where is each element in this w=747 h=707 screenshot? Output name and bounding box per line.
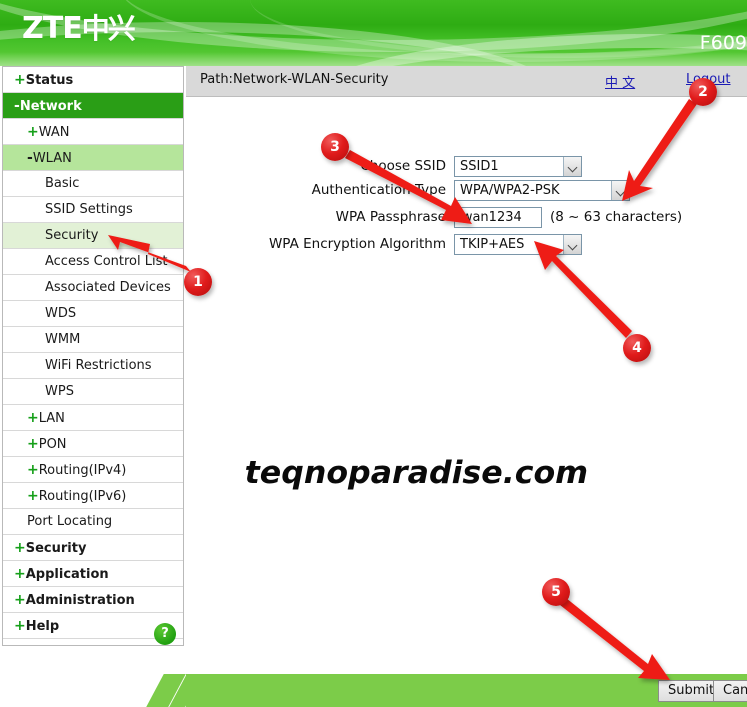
select-value: WPA/WPA2-PSK [460, 183, 560, 198]
sidebar-item-label: SSID Settings [45, 202, 133, 217]
sidebar-item-wlan[interactable]: -WLAN [3, 145, 183, 171]
annotation-badge-5: 5 [542, 578, 570, 606]
sidebar-item-basic[interactable]: Basic [3, 171, 183, 197]
device-model-label: F609 [699, 32, 747, 54]
expand-icon: + [27, 488, 39, 504]
sidebar-navigation: +Status -Network +WAN -WLAN Basic SSID Settin… [2, 66, 184, 646]
cancel-button[interactable]: Cancel [713, 680, 747, 702]
sidebar-item-label: Administration [25, 593, 135, 608]
select-value: TKIP+AES [460, 237, 525, 252]
sidebar-item-wan[interactable]: +WAN [3, 119, 183, 145]
wpa-passphrase-input[interactable] [454, 207, 542, 228]
sidebar-item-associated-devices[interactable]: Associated Devices [3, 275, 183, 301]
sidebar-item-ssid-settings[interactable]: SSID Settings [3, 197, 183, 223]
expand-icon: + [14, 618, 26, 634]
sidebar-item-label: WMM [45, 332, 81, 347]
sidebar-item-wds[interactable]: WDS [3, 301, 183, 327]
annotation-badge-2: 2 [689, 78, 717, 106]
sidebar-item-label: Basic [45, 176, 80, 191]
field-label: Authentication Type [311, 182, 446, 198]
field-hint: (8 ~ 63 characters) [550, 209, 683, 225]
sidebar-item-label: WiFi Restrictions [45, 358, 152, 373]
annotation-badge-4: 4 [623, 334, 651, 362]
sidebar-item-network[interactable]: -Network [3, 93, 183, 119]
sidebar-item-access-control-list[interactable]: Access Control List [3, 249, 183, 275]
select-value: SSID1 [460, 159, 499, 174]
sidebar-item-wmm[interactable]: WMM [3, 327, 183, 353]
sidebar-item-lan[interactable]: +LAN [3, 405, 183, 431]
chevron-down-icon[interactable] [563, 157, 581, 176]
sidebar-item-routing-ipv4[interactable]: +Routing(IPv4) [3, 457, 183, 483]
sidebar-item-label: Security [25, 541, 87, 556]
logo-chinese-text: 中兴 [81, 12, 136, 45]
sidebar-item-wps[interactable]: WPS [3, 379, 183, 405]
sidebar-item-wifi-restrictions[interactable]: WiFi Restrictions [3, 353, 183, 379]
sidebar-item-label: Access Control List [45, 254, 168, 269]
sidebar-item-label: LAN [38, 411, 65, 426]
sidebar-item-security[interactable]: +Security [3, 535, 183, 561]
language-switch-link[interactable]: 中 文 [605, 72, 635, 91]
sidebar-item-label: WDS [45, 306, 77, 321]
field-control: WPA/WPA2-PSK [454, 179, 630, 201]
sidebar-item-label: Routing(IPv6) [38, 489, 127, 504]
expand-icon: + [27, 124, 39, 140]
select-wpa-encryption-algorithm[interactable]: TKIP+AES [454, 234, 582, 255]
sidebar-item-pon[interactable]: +PON [3, 431, 183, 457]
header-wave-decoration [250, 0, 747, 58]
field-control: TKIP+AES [454, 233, 582, 255]
sidebar-item-label: Status [25, 73, 74, 88]
field-label: WPA Encryption Algorithm [268, 236, 446, 252]
page-footer: Submit Cancel [0, 674, 747, 707]
chevron-down-icon[interactable] [611, 181, 629, 200]
sidebar-item-label: Associated Devices [45, 280, 171, 295]
wlan-security-form: Choose SSID SSID1 Authentication Type WPA/W… [186, 97, 747, 657]
form-row: WPA Passphrase (8 ~ 63 characters) [186, 206, 747, 230]
sidebar-item-administration[interactable]: +Administration [3, 587, 183, 613]
sidebar-item-label: Help [25, 619, 60, 634]
form-row: Authentication Type WPA/WPA2-PSK [186, 179, 747, 203]
nav-list: +Status -Network +WAN -WLAN Basic SSID Settin… [3, 67, 183, 639]
sidebar-item-application[interactable]: +Application [3, 561, 183, 587]
sidebar-item-label: Network [19, 99, 82, 114]
field-control: SSID1 [454, 155, 582, 177]
select-authentication-type[interactable]: WPA/WPA2-PSK [454, 180, 630, 201]
expand-icon: + [14, 72, 26, 88]
form-row: WPA Encryption Algorithm TKIP+AES [186, 233, 747, 257]
watermark-text: teqnoparadise.com [244, 455, 589, 491]
chevron-down-icon[interactable] [563, 235, 581, 254]
expand-icon: + [14, 566, 26, 582]
sidebar-item-label: WPS [45, 384, 74, 399]
form-row: Choose SSID SSID1 [186, 155, 747, 179]
sidebar-item-routing-ipv6[interactable]: +Routing(IPv6) [3, 483, 183, 509]
expand-icon: + [14, 540, 26, 556]
annotation-badge-3: 3 [321, 133, 349, 161]
router-admin-page: ZTE中兴 F609 +Status -Network +WAN -WLAN Basic… [0, 0, 747, 707]
zte-logo: ZTE中兴 [22, 11, 136, 46]
breadcrumb: Path:Network-WLAN-Security [200, 72, 389, 87]
header-sheen [0, 52, 747, 66]
page-header: ZTE中兴 F609 [0, 0, 747, 66]
select-choose-ssid[interactable]: SSID1 [454, 156, 582, 177]
sidebar-item-label: WAN [38, 125, 70, 140]
field-label: WPA Passphrase [335, 209, 446, 225]
sidebar-item-label: Application [25, 567, 109, 582]
expand-icon: + [27, 436, 39, 452]
logo-text: ZTE [22, 11, 83, 46]
sidebar-item-label: PON [38, 437, 67, 452]
sidebar-item-port-locating[interactable]: Port Locating [3, 509, 183, 535]
annotation-badge-1: 1 [184, 268, 212, 296]
expand-icon: + [14, 592, 26, 608]
sidebar-item-label: Security [45, 228, 99, 243]
expand-icon: + [27, 410, 39, 426]
field-control: (8 ~ 63 characters) [454, 206, 682, 228]
sidebar-item-label: Routing(IPv4) [38, 463, 127, 478]
help-icon[interactable]: ? [154, 623, 176, 645]
breadcrumb-bar: Path:Network-WLAN-Security 中 文 Logout [186, 66, 747, 97]
field-label: Choose SSID [360, 158, 446, 174]
sidebar-item-status[interactable]: +Status [3, 67, 183, 93]
sidebar-item-label: Port Locating [27, 514, 113, 529]
sidebar-item-security[interactable]: Security [3, 223, 183, 249]
expand-icon: + [27, 462, 39, 478]
sidebar-item-label: WLAN [32, 151, 72, 166]
